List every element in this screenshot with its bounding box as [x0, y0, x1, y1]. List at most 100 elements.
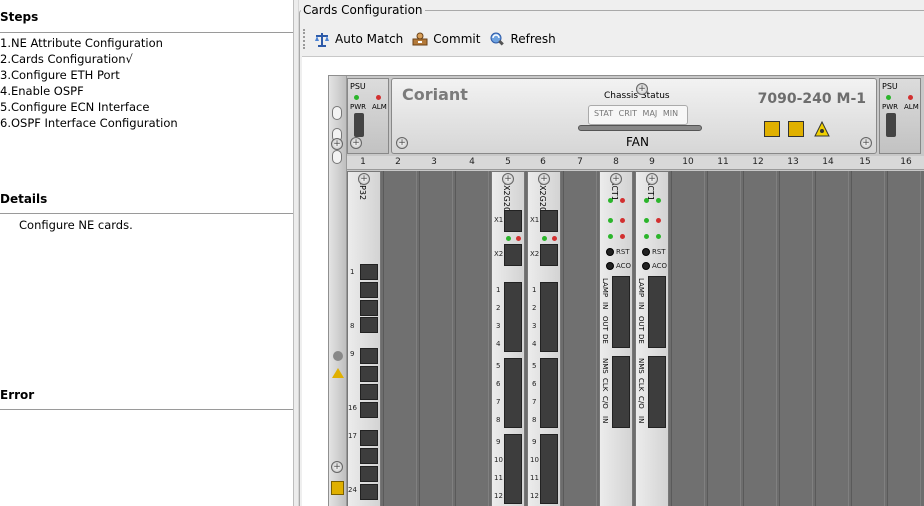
error-divider — [0, 409, 293, 410]
slot-number: 3 — [431, 157, 437, 167]
sfp-cage — [540, 358, 558, 428]
port-label: 2 — [532, 304, 537, 312]
empty-slot-15[interactable] — [851, 171, 885, 506]
rj45-port — [360, 466, 378, 482]
screw-icon: + — [331, 138, 343, 150]
port-label: 10 — [530, 456, 539, 464]
empty-slot-12[interactable] — [743, 171, 777, 506]
status-led — [608, 218, 613, 223]
aco-button[interactable] — [606, 262, 614, 270]
card-slot-1[interactable]: 1P32 + 1 8 9 16 17 24 — [347, 171, 381, 506]
fan-unit[interactable]: Coriant 7090-240 M-1 Chassis Status STAT… — [391, 78, 877, 154]
empty-slot-14[interactable] — [815, 171, 849, 506]
scale-icon — [315, 33, 329, 47]
empty-slot-2[interactable] — [383, 171, 417, 506]
status-led — [620, 218, 625, 223]
port-label: 11 — [494, 474, 503, 482]
rj45-port — [360, 448, 378, 464]
screw-icon: + — [538, 173, 550, 185]
sfp-port — [504, 210, 522, 232]
empty-slot-10[interactable] — [671, 171, 705, 506]
empty-slot-16[interactable] — [887, 171, 921, 506]
hazard-warning-icon — [788, 121, 804, 137]
step-ne-attribute: 1.NE Attribute Configuration — [0, 36, 163, 50]
screw-icon: + — [358, 173, 370, 185]
card-slot-5[interactable]: SX2G20 + X1 X2 1 2 3 4 5 6 7 8 9 10 11 1… — [491, 171, 525, 506]
port-label: 17 — [348, 432, 357, 440]
card-slot-6[interactable]: SX2G20 + X1 X2 1 2 3 4 5 6 7 8 9 10 11 1… — [527, 171, 561, 506]
empty-slot-4[interactable] — [455, 171, 489, 506]
out-label: OUT — [601, 316, 609, 331]
port-led — [542, 236, 547, 241]
toolbar-grip[interactable] — [303, 29, 307, 49]
co-label: C/O — [637, 396, 645, 409]
alarm-port-block — [648, 276, 666, 348]
card-slot-8[interactable]: ACT1 + RST ACO LAMP IN OUT DE NMS CLK C/… — [599, 171, 633, 506]
sfp-cage — [504, 358, 522, 428]
card-slot-9[interactable]: ACT1 + RST ACO LAMP IN OUT DE NMS CLK C/… — [635, 171, 669, 506]
port-led — [506, 236, 511, 241]
slot-number: 9 — [649, 157, 655, 167]
port-label: X1 — [494, 216, 504, 224]
sfp-cage — [504, 434, 522, 504]
refresh-label: Refresh — [510, 32, 556, 46]
port-label: 3 — [496, 322, 501, 330]
steps-list: 1.NE Attribute Configuration 2.Cards Con… — [0, 35, 178, 131]
screw-icon: + — [331, 461, 343, 473]
rst-button[interactable] — [642, 248, 650, 256]
empty-slot-3[interactable] — [419, 171, 453, 506]
chassis-left-rail: + + — [329, 76, 347, 506]
psu-label: PSU — [350, 82, 366, 91]
wizard-side-panel: Steps 1.NE Attribute Configuration 2.Car… — [0, 0, 293, 506]
port-label: 12 — [530, 492, 539, 500]
status-led — [608, 234, 613, 239]
commit-icon — [412, 32, 428, 46]
in2-label: IN — [601, 416, 609, 424]
port-label: 12 — [494, 492, 503, 500]
nms-label: NMS — [637, 358, 645, 374]
clk-label: CLK — [601, 378, 609, 392]
screw-icon: + — [350, 137, 362, 149]
chassis-model: 7090-240 M-1 — [757, 91, 866, 107]
auto-match-button[interactable]: Auto Match — [313, 28, 403, 50]
empty-slot-11[interactable] — [707, 171, 741, 506]
port-label: 10 — [494, 456, 503, 464]
rj45-port — [360, 282, 378, 298]
esd-icon — [331, 481, 344, 495]
slot-number: 12 — [752, 157, 764, 167]
aco-button[interactable] — [642, 262, 650, 270]
refresh-button[interactable]: Refresh — [488, 28, 556, 50]
status-led — [608, 198, 613, 203]
toolbar: Auto Match Commit Refresh — [299, 26, 564, 52]
rst-button[interactable] — [606, 248, 614, 256]
slot-number: 2 — [395, 157, 401, 167]
empty-slot-7[interactable] — [563, 171, 597, 506]
details-divider — [0, 213, 293, 214]
port-label: X1 — [530, 216, 540, 224]
steps-heading: Steps — [0, 10, 39, 24]
in-label: IN — [601, 302, 609, 310]
rst-label: RST — [652, 248, 666, 256]
cards-configuration-panel: Cards Configuration Auto Match Commit Re… — [299, 0, 924, 506]
status-led — [644, 218, 649, 223]
lamp-label: LAMP — [637, 278, 645, 298]
status-led — [620, 234, 625, 239]
port-label: 24 — [348, 486, 357, 494]
empty-slot-13[interactable] — [779, 171, 813, 506]
commit-button[interactable]: Commit — [411, 28, 480, 50]
port-label: 1 — [532, 286, 537, 294]
slot-number: 4 — [469, 157, 475, 167]
rj45-port — [360, 384, 378, 400]
port-label: 8 — [532, 416, 537, 424]
status-led — [644, 198, 649, 203]
port-label: 7 — [496, 398, 501, 406]
psu-left[interactable]: PSU PWR ALM + — [347, 78, 389, 154]
sfp-port — [540, 210, 558, 232]
alm-led — [376, 95, 381, 100]
port-label: 1 — [350, 268, 355, 276]
warning-icon — [332, 368, 344, 378]
alm-label: ALM — [372, 103, 387, 111]
chassis: + + PSU PWR ALM + Coriant 7090-240 M-1 C… — [328, 75, 924, 506]
psu-right[interactable]: PSU PWR ALM — [879, 78, 921, 154]
power-connector — [886, 113, 896, 137]
